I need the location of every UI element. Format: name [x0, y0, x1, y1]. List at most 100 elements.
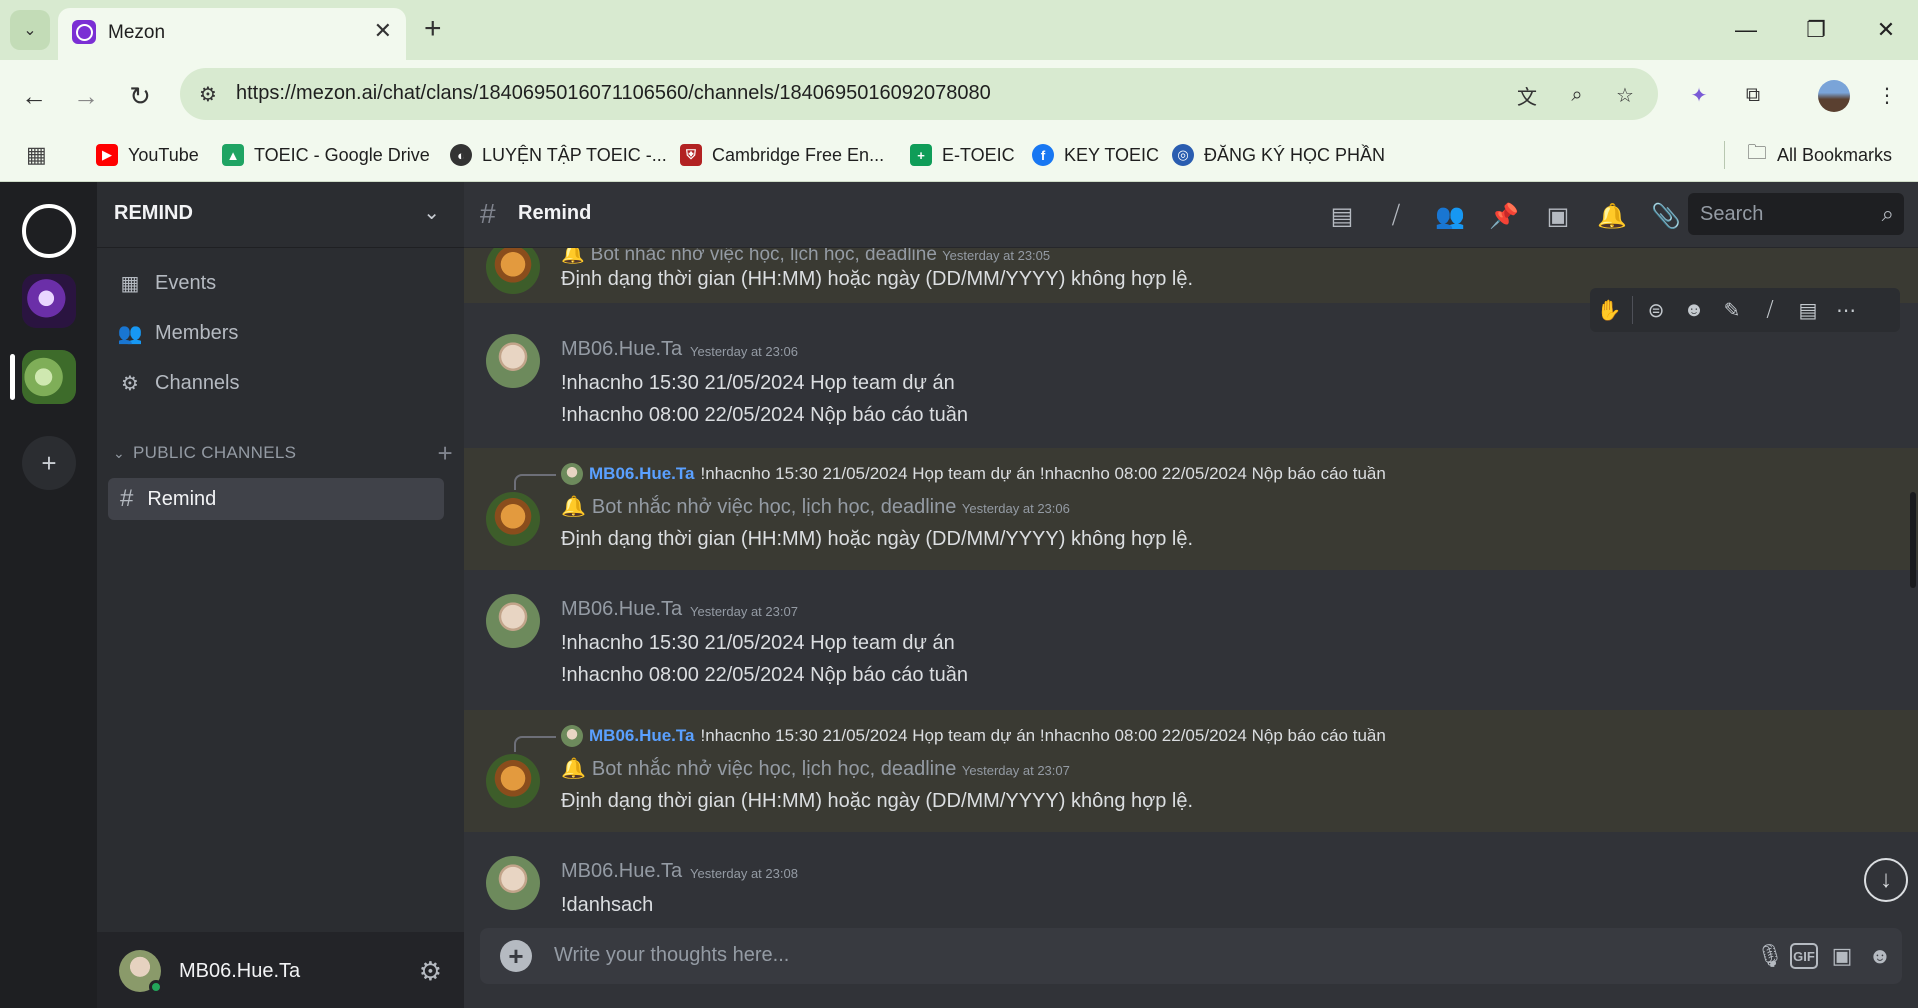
translate-icon[interactable]: 文	[1512, 80, 1542, 110]
message-text: !nhacnho 15:30 21/05/2024 Họp team dự án	[561, 632, 955, 654]
message-composer[interactable]: + Write your thoughts here... 🎙 GIF ▣ ☻	[480, 928, 1902, 984]
sidebar-item-members[interactable]: 👥 Members	[117, 316, 239, 350]
mezon-home-logo[interactable]	[22, 204, 76, 258]
menu-kebab-icon[interactable]: ⋮	[1870, 78, 1904, 112]
avatar[interactable]	[486, 334, 540, 388]
edit-pencil-icon[interactable]: ✎	[1713, 291, 1751, 329]
browser-tab[interactable]: Mezon ✕	[58, 8, 406, 60]
message-user[interactable]: MB06.Hue.Ta Yesterday at 23:06 !nhacnho …	[464, 322, 1918, 442]
minimize-button[interactable]: —	[1726, 10, 1766, 50]
more-options-icon[interactable]: ⋯	[1827, 291, 1865, 329]
add-attachment-button[interactable]: +	[500, 940, 532, 972]
avatar[interactable]	[486, 594, 540, 648]
bookmark-google-drive[interactable]: ▲ TOEIC - Google Drive	[222, 141, 430, 169]
add-clan-button[interactable]: +	[22, 436, 76, 490]
message-author: MB06.Hue.Ta	[561, 598, 683, 620]
bell-icon: 🔔	[561, 496, 586, 518]
chat-header: # Remind ▤ ⧸ 👥 📌 ▣ 🔔 📎 Search ⌕	[464, 182, 1918, 248]
profile-avatar[interactable]	[1818, 80, 1850, 112]
zoom-icon[interactable]: ⌕	[1562, 80, 1592, 110]
user-name: MB06.Hue.Ta	[179, 960, 301, 982]
bookmark-star-icon[interactable]: ☆	[1610, 80, 1640, 110]
avatar[interactable]	[486, 492, 540, 546]
close-window-button[interactable]: ✕	[1866, 10, 1906, 50]
avatar[interactable]	[486, 240, 540, 294]
chat-scrollbar[interactable]	[1910, 492, 1916, 588]
gif-icon[interactable]: GIF	[1790, 943, 1818, 969]
reload-button[interactable]: ↻	[120, 76, 160, 116]
bookmark-luyen-tap[interactable]: ◐ LUYỆN TẬP TOEIC -...	[450, 141, 667, 169]
emoji-icon[interactable]: ☻	[1864, 940, 1896, 972]
mezon-app: + REMIND ⌄ ▦ Events 👥 Members ⚙ Channels…	[0, 182, 1918, 1008]
add-reaction-icon[interactable]: ✋	[1590, 291, 1628, 329]
tab-close-icon[interactable]: ✕	[374, 18, 392, 44]
back-button[interactable]: ←	[14, 76, 54, 116]
bookmark-label: Cambridge Free En...	[712, 144, 885, 165]
notification-bell-icon[interactable]: 🔔	[1594, 198, 1630, 234]
message-user[interactable]: MB06.Hue.Ta Yesterday at 23:08 !danhsach	[464, 844, 1918, 924]
bookmark-dang-ky[interactable]: ◎ ĐĂNG KÝ HỌC PHẦN	[1172, 141, 1385, 169]
bookmark-label: YouTube	[128, 144, 199, 165]
bookmark-e-toeic[interactable]: + E-TOEIC	[910, 141, 1015, 169]
microphone-icon[interactable]: 🎙	[1754, 940, 1786, 972]
mute-icon[interactable]: ⧸	[1378, 198, 1414, 234]
avatar[interactable]	[486, 754, 540, 808]
sidebar-item-events[interactable]: ▦ Events	[117, 266, 217, 300]
tab-search-button[interactable]: ⌄	[10, 10, 50, 50]
message-bot-reply[interactable]: MB06.Hue.Ta !nhacnho 15:30 21/05/2024 Họ…	[464, 448, 1918, 570]
browser-toolbar: ← → ↻ ⚙ https://mezon.ai/chat/clans/1840…	[0, 60, 1918, 129]
folder-icon: 🗀	[1747, 142, 1767, 164]
bookmark-youtube[interactable]: ▶ YouTube	[96, 141, 199, 169]
sidebar-item-channels[interactable]: ⚙ Channels	[117, 366, 239, 400]
extension-icon[interactable]: ✦	[1682, 78, 1716, 112]
reply-preview[interactable]: MB06.Hue.Ta !nhacnho 15:30 21/05/2024 Họ…	[561, 462, 1386, 486]
emoji-icon[interactable]: ☻	[1675, 291, 1713, 329]
message-input[interactable]: Write your thoughts here...	[554, 944, 789, 967]
bookmark-label: LUYỆN TẬP TOEIC -...	[482, 144, 667, 165]
jump-to-latest-button[interactable]: ↓	[1864, 858, 1908, 902]
channel-sidebar: REMIND ⌄ ▦ Events 👥 Members ⚙ Channels ⌄…	[97, 182, 464, 1008]
bookmark-cambridge[interactable]: ⛨ Cambridge Free En...	[680, 141, 884, 169]
all-bookmarks-button[interactable]: 🗀 All Bookmarks	[1724, 141, 1892, 169]
university-seal-icon: ◎	[1172, 144, 1194, 166]
chevron-down-icon[interactable]: ⌄	[423, 200, 440, 225]
add-channel-icon[interactable]: +	[438, 438, 453, 469]
forward-button[interactable]: →	[66, 76, 106, 116]
site-info-icon[interactable]: ⚙	[194, 80, 222, 108]
members-icon[interactable]: 👥	[1432, 198, 1468, 234]
address-bar[interactable]: ⚙ https://mezon.ai/chat/clans/1840695016…	[180, 68, 1658, 120]
all-bookmarks-label: All Bookmarks	[1777, 144, 1893, 165]
thread-icon[interactable]: ⧸	[1751, 291, 1789, 329]
section-title: PUBLIC CHANNELS	[133, 443, 297, 462]
clan-avatar-1[interactable]	[22, 274, 76, 328]
message-text: Định dạng thời gian (HH:MM) hoặc ngày (D…	[561, 268, 1194, 290]
user-settings-gear-icon[interactable]: ⚙	[419, 956, 442, 987]
avatar[interactable]	[486, 856, 540, 910]
reply-preview[interactable]: MB06.Hue.Ta !nhacnho 15:30 21/05/2024 Họ…	[561, 724, 1386, 748]
user-panel: MB06.Hue.Ta ⚙	[97, 932, 464, 1008]
url-text[interactable]: https://mezon.ai/chat/clans/184069501607…	[236, 82, 991, 105]
extensions-puzzle-icon[interactable]: ⧉	[1736, 78, 1770, 112]
inbox-icon[interactable]: ▣	[1540, 198, 1576, 234]
bookmark-key-toeic[interactable]: f KEY TOEIC	[1032, 141, 1159, 169]
message-user[interactable]: MB06.Hue.Ta Yesterday at 23:07 !nhacnho …	[464, 582, 1918, 702]
clan-header[interactable]: REMIND ⌄	[97, 182, 464, 248]
channel-label: Remind	[147, 487, 217, 510]
message-bot-reply[interactable]: MB06.Hue.Ta !nhacnho 15:30 21/05/2024 Họ…	[464, 710, 1918, 832]
reply-text: !nhacnho 15:30 21/05/2024 Họp team dự án…	[700, 464, 1386, 483]
apps-grid-icon[interactable]: ▦	[26, 141, 47, 169]
sticker-icon[interactable]: ▣	[1826, 940, 1858, 972]
restore-button[interactable]: ❐	[1796, 10, 1836, 50]
new-tab-button[interactable]: +	[424, 12, 442, 46]
gear-icon: ⚙	[121, 372, 139, 395]
message-author: Bot nhắc nhở việc học, lịch học, deadlin…	[591, 758, 957, 780]
attachment-icon[interactable]: 📎	[1648, 198, 1684, 234]
forward-icon[interactable]: ▤	[1789, 291, 1827, 329]
clan-avatar-remind[interactable]	[22, 350, 76, 404]
search-input[interactable]: Search ⌕	[1688, 193, 1904, 235]
reply-icon[interactable]: ⊜	[1637, 291, 1675, 329]
pin-icon[interactable]: 📌	[1486, 198, 1522, 234]
public-channels-section[interactable]: ⌄ PUBLIC CHANNELS +	[113, 438, 453, 468]
channel-item-remind[interactable]: # Remind	[108, 478, 444, 520]
threads-icon[interactable]: ▤	[1324, 198, 1360, 234]
